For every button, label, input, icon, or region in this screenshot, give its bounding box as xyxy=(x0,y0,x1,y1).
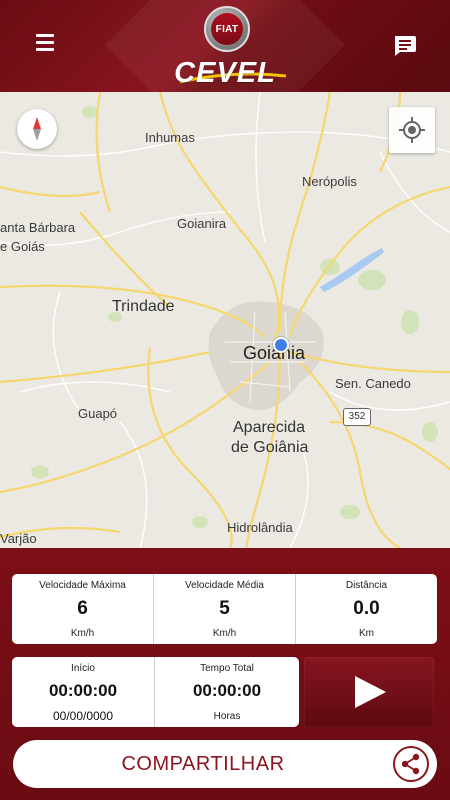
map-label-santa-barbara-2: e Goiás xyxy=(0,239,45,254)
avg-speed-value: 5 xyxy=(219,598,230,619)
compass-icon xyxy=(33,117,41,141)
distance-unit: Km xyxy=(359,628,374,639)
fiat-logo-inner: FIAT xyxy=(211,13,243,45)
distance-label: Distância xyxy=(345,580,388,591)
map-label-aparecida-2: de Goiânia xyxy=(231,439,309,456)
trip-panel: Velocidade Máxima 6 Km/h Velocidade Médi… xyxy=(0,548,450,800)
map-label-sen-canedo: Sen. Canedo xyxy=(335,376,411,391)
map-roads xyxy=(0,92,450,548)
map-view[interactable]: Inhumas Nerópolis anta Bárbara e Goiás G… xyxy=(0,92,450,548)
start-trip-button[interactable] xyxy=(304,657,434,727)
play-icon xyxy=(355,676,386,708)
start-date-value: 00/00/0000 xyxy=(52,709,114,723)
highway-shield: 352 xyxy=(343,408,371,426)
map-label-guapo: Guapó xyxy=(78,406,118,421)
map-label-inhumas: Inhumas xyxy=(145,130,195,145)
avg-speed-card: Velocidade Média 5 Km/h xyxy=(154,574,296,644)
map-label-goianira: Goianira xyxy=(177,216,227,231)
max-speed-label: Velocidade Máxima xyxy=(39,580,126,591)
map-label-aparecida-1: Aparecida xyxy=(233,419,306,436)
total-time-label: Tempo Total xyxy=(200,663,254,674)
start-time-label: Início xyxy=(71,663,95,674)
time-stats-row: Início 00:00:00 00/00/0000 Tempo Total 0… xyxy=(12,657,299,727)
total-time-value: 00:00:00 xyxy=(192,681,262,700)
current-location-dot xyxy=(273,337,289,353)
map-label-varjao: Varjão xyxy=(0,531,37,546)
distance-value: 0.0 xyxy=(353,598,380,619)
share-button-label: COMPARTILHAR xyxy=(121,753,285,775)
share-glyph xyxy=(401,753,420,775)
share-button[interactable]: COMPARTILHAR xyxy=(13,740,437,788)
my-location-icon xyxy=(399,117,425,143)
compass-button[interactable] xyxy=(17,109,57,149)
app-header: FIAT CEVEL xyxy=(0,0,450,92)
speed-stats-row: Velocidade Máxima 6 Km/h Velocidade Médi… xyxy=(12,574,437,644)
avg-speed-label: Velocidade Média xyxy=(185,580,264,591)
start-time-card: Início 00:00:00 00/00/0000 xyxy=(12,657,155,727)
menu-bar xyxy=(36,34,54,37)
total-time-card: Tempo Total 00:00:00 Horas xyxy=(155,657,299,727)
distance-card: Distância 0.0 Km xyxy=(296,574,437,644)
avg-speed-unit: Km/h xyxy=(212,628,237,639)
fiat-logo: FIAT xyxy=(204,6,250,52)
start-time-value: 00:00:00 xyxy=(48,681,118,700)
total-time-unit: Horas xyxy=(213,711,241,722)
menu-button[interactable] xyxy=(28,30,62,60)
map-label-neropolis: Nerópolis xyxy=(302,174,357,189)
map-label-hidrolandia: Hidrolândia xyxy=(227,520,293,535)
share-icon xyxy=(393,746,429,782)
map-label-santa-barbara-1: anta Bárbara xyxy=(0,220,76,235)
dealer-logo-text: CEVEL xyxy=(174,57,276,89)
max-speed-card: Velocidade Máxima 6 Km/h xyxy=(12,574,154,644)
max-speed-value: 6 xyxy=(77,598,88,619)
fiat-logo-text: FIAT xyxy=(215,23,239,35)
map-label-trindade: Trindade xyxy=(112,298,175,315)
my-location-button[interactable] xyxy=(389,107,435,153)
max-speed-unit: Km/h xyxy=(70,628,95,639)
chat-bubble-icon xyxy=(395,36,416,56)
menu-bar xyxy=(36,41,54,44)
chat-button[interactable] xyxy=(392,34,418,58)
menu-bar xyxy=(36,48,54,51)
